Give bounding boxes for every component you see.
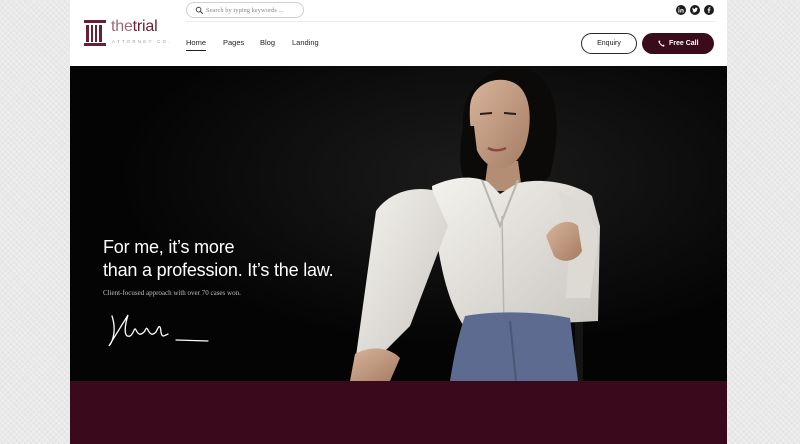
- twitter-icon[interactable]: [690, 5, 700, 15]
- facebook-glyph: [707, 7, 711, 13]
- hero-section: For me, it’s more than a profession. It’…: [70, 66, 727, 381]
- free-call-label: Free Call: [669, 40, 699, 47]
- search-input[interactable]: [206, 4, 300, 16]
- hero-title-line-1: For me, it’s more: [103, 237, 235, 257]
- linkedin-icon[interactable]: [676, 5, 686, 15]
- brand-name-bold: trial: [132, 18, 158, 35]
- content-band: [70, 381, 727, 444]
- search-icon: [195, 6, 204, 15]
- nav-item-landing[interactable]: Landing: [292, 38, 319, 47]
- brand-name: thetrial: [111, 18, 158, 36]
- nav-item-pages[interactable]: Pages: [223, 38, 244, 47]
- hero-subtitle: Client-focused approach with over 70 cas…: [103, 289, 241, 297]
- free-call-button[interactable]: Free Call: [642, 33, 714, 54]
- brand-tagline: ATTORNEY CO.: [112, 39, 172, 44]
- facebook-icon[interactable]: [704, 5, 714, 15]
- linkedin-glyph: [678, 7, 684, 13]
- nav-item-blog[interactable]: Blog: [260, 38, 275, 47]
- nav-item-home[interactable]: Home: [186, 38, 207, 51]
- hero-title: For me, it’s more than a profession. It’…: [103, 236, 334, 282]
- twitter-glyph: [692, 7, 698, 13]
- brand-logo[interactable]: thetrial ATTORNEY CO.: [84, 18, 174, 50]
- hero-title-line-2: than a profession. It’s the law.: [103, 260, 334, 280]
- brand-name-light: the: [111, 18, 133, 35]
- search-box: [186, 2, 304, 18]
- phone-icon: [658, 40, 665, 47]
- site-header: thetrial ATTORNEY CO. Search by typing k…: [70, 0, 727, 66]
- header-divider: [186, 21, 716, 22]
- signature-image: [108, 314, 209, 347]
- page: thetrial ATTORNEY CO. Search by typing k…: [70, 0, 727, 444]
- pillar-logo-icon: [84, 20, 106, 46]
- enquiry-button[interactable]: Enquiry: [581, 33, 637, 54]
